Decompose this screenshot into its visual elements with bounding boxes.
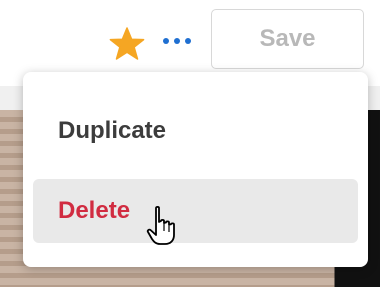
menu-item-delete[interactable]: Delete: [33, 179, 358, 243]
hand-pointer-icon: [146, 205, 175, 245]
save-button[interactable]: Save: [211, 9, 364, 69]
dropdown-menu: Duplicate Delete: [23, 72, 368, 267]
menu-item-duplicate[interactable]: Duplicate: [33, 99, 358, 163]
more-dots-icon[interactable]: [163, 35, 191, 47]
menu-item-label: Duplicate: [58, 117, 167, 144]
star-icon[interactable]: [108, 26, 146, 62]
menu-item-label: Delete: [58, 197, 131, 224]
